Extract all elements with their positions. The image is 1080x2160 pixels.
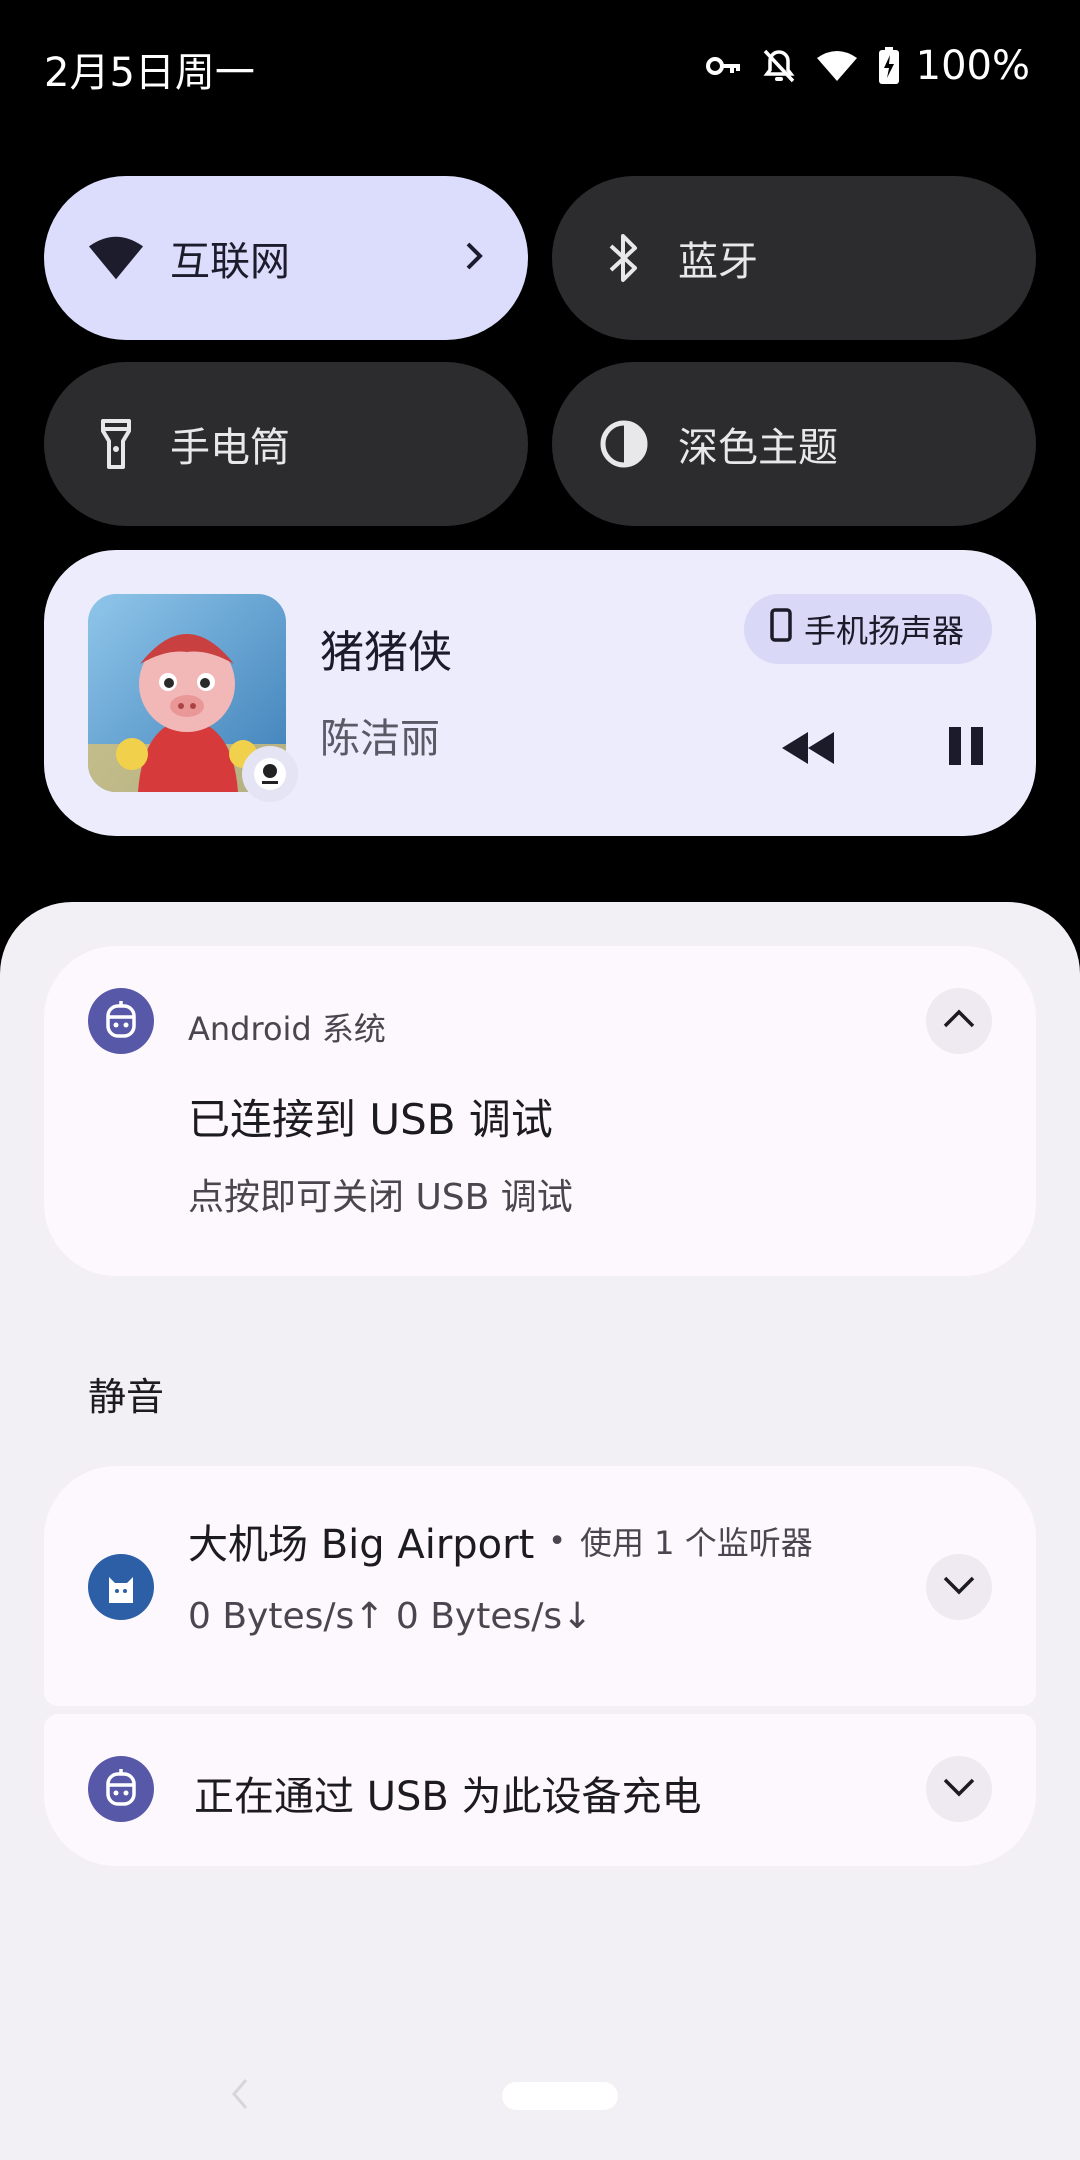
tile-internet-label: 互联网 <box>170 239 290 285</box>
battery-charging-icon <box>878 47 900 85</box>
pause-button[interactable] <box>930 716 1002 780</box>
chevron-down-icon <box>942 1777 976 1801</box>
media-output-label: 手机扬声器 <box>803 612 964 650</box>
cat-app-icon <box>88 1554 154 1620</box>
android-system-icon <box>88 1756 154 1822</box>
chevron-left-icon <box>230 2079 250 2116</box>
notification-usb-charging[interactable]: 正在通过 USB 为此设备充电 <box>44 1714 1036 1866</box>
chevron-down-icon <box>942 1575 976 1599</box>
notification-subtext: 使用 1 个监听器 <box>580 1524 813 1562</box>
vpn-key-icon <box>705 55 742 77</box>
pause-icon <box>947 725 985 771</box>
tile-internet[interactable]: 互联网 <box>44 176 528 340</box>
media-artist: 陈洁丽 <box>320 716 440 762</box>
tile-dark-theme[interactable]: 深色主题 <box>552 362 1036 526</box>
separator-dot: • <box>548 1523 566 1559</box>
tile-bluetooth[interactable]: 蓝牙 <box>552 176 1036 340</box>
tile-flashlight-label: 手电筒 <box>170 425 290 471</box>
notification-text: 0 Bytes/s↑ 0 Bytes/s↓ <box>188 1596 593 1637</box>
notification-header-row: 大机场 Big Airport • 使用 1 个监听器 <box>188 1512 813 1570</box>
silent-section-header: 静音 <box>88 1375 165 1419</box>
notification-title: 已连接到 USB 调试 <box>188 1095 553 1144</box>
bell-off-icon <box>762 48 796 84</box>
notification-usb-debugging[interactable]: Android 系统 已连接到 USB 调试 点按即可关闭 USB 调试 <box>44 946 1036 1276</box>
battery-percent: 100% <box>915 43 1030 89</box>
bluetooth-icon <box>596 230 652 286</box>
rewind-icon <box>780 730 836 770</box>
rewind-button[interactable] <box>772 720 844 780</box>
status-icons: 100% <box>705 38 1030 94</box>
notification-text: 点按即可关闭 USB 调试 <box>188 1177 573 1218</box>
android-system-icon <box>88 988 154 1054</box>
expand-button[interactable] <box>926 1756 992 1822</box>
status-date: 2月5日周一 <box>44 50 255 96</box>
wifi-icon <box>816 50 858 82</box>
expand-button[interactable] <box>926 1554 992 1620</box>
notification-title: 正在通过 USB 为此设备充电 <box>194 1774 702 1820</box>
notification-big-airport[interactable]: 大机场 Big Airport • 使用 1 个监听器 0 Bytes/s↑ 0… <box>44 1466 1036 1706</box>
notification-app-name: Android 系统 <box>188 1010 386 1048</box>
tile-dark-theme-label: 深色主题 <box>678 425 838 471</box>
contrast-icon <box>596 416 652 472</box>
app-badge-icon <box>242 746 298 802</box>
media-title: 猪猪侠 <box>320 627 452 678</box>
collapse-button[interactable] <box>926 988 992 1054</box>
wifi-icon <box>88 230 144 286</box>
tile-bluetooth-label: 蓝牙 <box>678 239 758 285</box>
media-output-button[interactable]: 手机扬声器 <box>743 594 992 664</box>
chevron-right-icon <box>464 240 484 276</box>
tile-flashlight[interactable]: 手电筒 <box>44 362 528 526</box>
notification-title: 大机场 Big Airport <box>188 1522 535 1568</box>
chevron-up-icon <box>942 1009 976 1033</box>
nav-back-button[interactable] <box>230 2076 250 2116</box>
media-player[interactable]: 猪猪侠 陈洁丽 手机扬声器 <box>44 550 1036 836</box>
nav-home-handle[interactable] <box>502 2082 618 2110</box>
phone-icon <box>770 608 792 650</box>
flashlight-icon <box>88 416 144 472</box>
